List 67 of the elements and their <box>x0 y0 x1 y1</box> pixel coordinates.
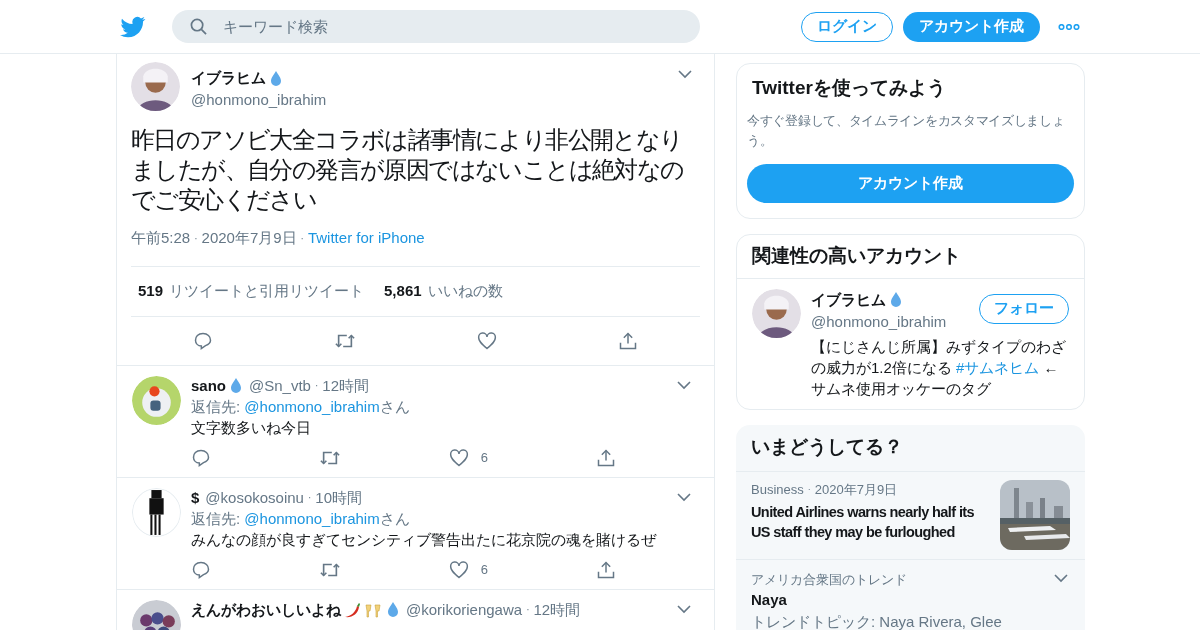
share-icon <box>596 447 616 468</box>
like-count: 5,861 <box>384 280 422 301</box>
user-name: えんがわおいしいよね <box>191 599 341 620</box>
user-handle: @honmono_ibrahim <box>191 89 328 110</box>
user-handle: @Sn_vtb <box>249 375 311 396</box>
user-name: イブラヒム <box>811 289 886 310</box>
separator-dot: · <box>526 602 530 617</box>
like-count: 6 <box>480 448 489 467</box>
user-handle: @korikoriengawa <box>406 599 523 620</box>
user-name: sano <box>191 375 226 396</box>
card-title: 関連性の高いアカウント <box>737 234 1084 279</box>
user-name: $ <box>191 487 200 508</box>
user-handle: @honmono_ibrahim <box>811 312 948 332</box>
source-link[interactable]: Twitter for iPhone <box>307 227 425 250</box>
reply-text: 文字数多いね今日 <box>191 417 312 438</box>
separator-dot: · <box>194 231 198 246</box>
more-icon <box>1058 23 1080 30</box>
chevron-down-icon <box>677 493 691 502</box>
reply-to-text: 返信先: @honmono_ibrahimさん <box>191 508 411 529</box>
chevron-down-icon <box>677 605 691 614</box>
separator-dot: · <box>314 378 319 393</box>
retweet-label-link[interactable]: リツイートと引用リツイート <box>169 279 365 303</box>
trend-topic[interactable]: Naya <box>751 589 1054 611</box>
card-text: 今すぐ登録して、タイムラインをカスタマイズしましょう。 <box>747 111 1066 150</box>
user-handle: @kosokosoinu <box>205 487 304 508</box>
search-icon <box>190 18 207 35</box>
share-icon <box>618 330 638 351</box>
separator-dot: · <box>307 490 312 505</box>
user-name: イブラヒム <box>191 68 266 88</box>
card-title: いまどうしてる？ <box>736 424 1085 472</box>
trend-location: アメリカ合衆国のトレンド <box>751 570 908 589</box>
share-icon <box>596 559 616 580</box>
trend-detail: トレンドトピック: Naya Rivera, Glee <box>751 612 1003 630</box>
separator-dot: · <box>300 231 304 246</box>
reply-icon <box>191 559 211 580</box>
news-date: 2020年7月9日 <box>814 480 898 499</box>
separator-dot: · <box>807 482 811 496</box>
chevron-down-icon <box>677 381 691 390</box>
like-label-link[interactable]: いいねの数 <box>427 279 503 303</box>
tweet-date: 2020年7月9日 <box>201 228 297 248</box>
heart-icon <box>448 447 469 468</box>
reply-time: 12時間 <box>533 599 581 620</box>
signup-button[interactable]: アカウント作成 <box>903 11 1040 42</box>
mention-link[interactable]: @honmono_ibrahim <box>244 509 380 527</box>
retweet-count: 519 <box>138 280 164 301</box>
news-category: Business <box>751 480 804 499</box>
like-count: 6 <box>480 560 489 579</box>
hashtag-link[interactable]: #サムネヒム <box>956 358 1040 376</box>
mention-link[interactable]: @honmono_ibrahim <box>244 397 380 415</box>
bird-logo-icon <box>120 15 146 38</box>
card-title: Twitterを使ってみよう <box>751 76 947 100</box>
reply-icon <box>193 330 213 351</box>
reply-icon <box>191 447 211 468</box>
reply-to-text: 返信先: @honmono_ibrahimさん <box>191 396 411 417</box>
search-field[interactable]: キーワード検索 <box>172 10 700 43</box>
chevron-down-icon <box>678 70 692 79</box>
reply-time: 12時間 <box>322 375 369 396</box>
user-bio: 【にじさんじ所属】みずタイプのわざの威力が1.2倍になる #サムネヒム ← サムネ使用オッケーのタグ <box>811 336 1067 399</box>
news-headline[interactable]: United Airlines warns nearly half its US staff they may be furloughed <box>751 502 990 542</box>
signup-button[interactable]: アカウント作成 <box>747 163 1074 203</box>
tweet-text: 昨日のアソビ大全コラボは諸事情により非公開となりましたが、自分の発言が原因ではないことは絶対なのでご安心ください <box>131 125 685 215</box>
tweet-time: 午前5:28 <box>131 228 191 248</box>
reply-text: みんなの顔が良すぎてセンシティブ警告出たに花京院の魂を賭けるぜ <box>191 529 658 550</box>
chevron-down-icon <box>1054 573 1068 583</box>
reply-time: 10時間 <box>315 487 362 508</box>
heart-icon <box>448 559 469 580</box>
heart-icon <box>477 330 497 351</box>
